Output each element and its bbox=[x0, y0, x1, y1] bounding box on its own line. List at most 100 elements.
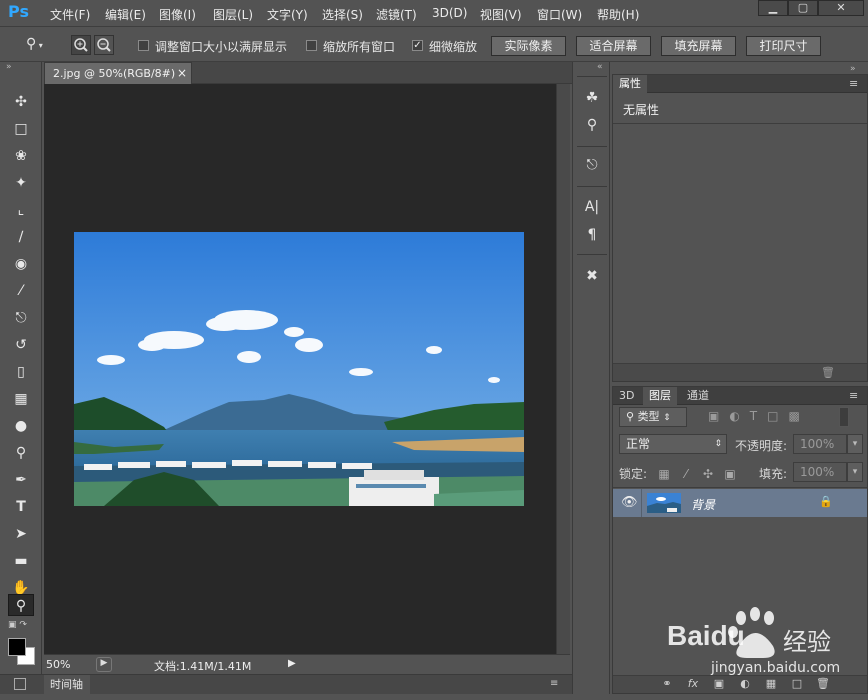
canvas-area[interactable] bbox=[44, 84, 556, 654]
dodge-icon[interactable]: ⚲ bbox=[8, 442, 34, 464]
status-menu-arrow-icon[interactable]: ▶ bbox=[288, 658, 296, 669]
lock-pixels-icon[interactable]: ⁄ bbox=[679, 467, 693, 481]
zoom-in-icon[interactable] bbox=[71, 35, 91, 55]
tools-settings-icon[interactable]: ✖ bbox=[579, 265, 605, 287]
visibility-eye-icon[interactable]: 👁 bbox=[621, 495, 638, 510]
menu-file[interactable]: 文件(F) bbox=[50, 6, 90, 23]
blend-mode-select[interactable]: 正常 ⇕ bbox=[619, 434, 727, 454]
close-tab-icon[interactable]: × bbox=[177, 66, 187, 80]
zoom-all-checkbox[interactable] bbox=[306, 40, 317, 51]
layer-name[interactable]: 背景 bbox=[691, 496, 715, 513]
scrubby-zoom-checkbox[interactable]: ✓ bbox=[412, 40, 423, 51]
tab-3d[interactable]: 3D bbox=[613, 387, 640, 405]
lock-position-icon[interactable]: ✣ bbox=[701, 467, 715, 481]
document-size: 文档:1.41M/1.41M bbox=[154, 660, 252, 673]
opacity-field[interactable]: 100% bbox=[793, 434, 847, 454]
layer-filter-select[interactable]: ⚲ 类型 ⇕ bbox=[619, 407, 687, 427]
paragraph-icon[interactable]: ¶ bbox=[579, 224, 605, 246]
brush-icon[interactable]: ⁄ bbox=[8, 280, 34, 302]
layer-row-background[interactable]: 👁 背景 🔒 bbox=[613, 489, 867, 517]
fx-icon[interactable]: fx bbox=[685, 677, 701, 691]
actual-pixels-button[interactable]: 实际像素 bbox=[491, 36, 566, 56]
zoom-icon[interactable]: ⚲ bbox=[8, 594, 34, 616]
stamp-icon[interactable]: ⎋ bbox=[8, 307, 34, 329]
healing-icon[interactable]: ◉ bbox=[8, 253, 34, 275]
timeline-tab[interactable]: 时间轴 bbox=[44, 675, 90, 694]
status-info-icon[interactable]: ▶ bbox=[96, 657, 112, 672]
history-brush-icon[interactable]: ↺ bbox=[8, 334, 34, 356]
new-group-icon[interactable]: ▦ bbox=[763, 677, 779, 691]
gradient-icon[interactable]: ▦ bbox=[8, 388, 34, 410]
zoom-tool-preset-icon[interactable]: ⚲ ▾ bbox=[26, 36, 56, 54]
timeline-menu-icon[interactable]: ≡ bbox=[550, 678, 558, 689]
menu-edit[interactable]: 编辑(E) bbox=[105, 6, 146, 23]
timeline-panel: 时间轴 ≡ bbox=[0, 674, 572, 694]
document-image[interactable] bbox=[74, 232, 524, 506]
eraser-icon[interactable]: ▯ bbox=[8, 361, 34, 383]
path-select-icon[interactable]: ➤ bbox=[8, 523, 34, 545]
minimize-button[interactable]: ▁ bbox=[758, 0, 788, 16]
right-dock-collapse-icon[interactable]: » bbox=[850, 64, 856, 74]
properties-menu-icon[interactable]: ≡ bbox=[849, 77, 858, 90]
type-icon[interactable]: T bbox=[8, 496, 34, 518]
filter-toggle[interactable] bbox=[839, 407, 849, 427]
lock-transparency-icon[interactable]: ▦ bbox=[657, 467, 671, 481]
dock-collapse-icon[interactable]: « bbox=[597, 62, 603, 72]
marquee-icon[interactable]: □ bbox=[8, 118, 34, 140]
tab-channels[interactable]: 通道 bbox=[681, 387, 715, 405]
menu-layer[interactable]: 图层(L) bbox=[213, 6, 253, 23]
tool-presets-icon[interactable]: ☘ bbox=[579, 87, 605, 109]
lasso-icon[interactable]: ❀ bbox=[8, 145, 34, 167]
shape-icon[interactable]: ▬ bbox=[8, 550, 34, 572]
pen-icon[interactable]: ✒ bbox=[8, 469, 34, 491]
tab-properties[interactable]: 属性 bbox=[613, 75, 647, 93]
foreground-color-swatch[interactable] bbox=[8, 638, 26, 656]
link-layers-icon[interactable]: ⚭ bbox=[659, 677, 675, 691]
close-button[interactable]: ✕ bbox=[818, 0, 864, 16]
status-bar: 50% ▶ 文档:1.41M/1.41M ▶ bbox=[44, 654, 570, 674]
document-tab[interactable]: 2.jpg @ 50%(RGB/8#) × bbox=[44, 62, 192, 84]
blur-icon[interactable]: ● bbox=[8, 415, 34, 437]
menu-view[interactable]: 视图(V) bbox=[480, 6, 522, 23]
layers-footer: ⚭ fx ▣ ◐ ▦ □ 🗑 bbox=[613, 675, 867, 693]
layers-menu-icon[interactable]: ≡ bbox=[849, 389, 858, 402]
default-colors-icon[interactable]: ▣ ↷ bbox=[8, 620, 27, 630]
add-mask-icon[interactable]: ▣ bbox=[711, 677, 727, 691]
fill-screen-button[interactable]: 填充屏幕 bbox=[661, 36, 736, 56]
vertical-scrollbar[interactable] bbox=[556, 84, 570, 654]
fit-screen-button[interactable]: 适合屏幕 bbox=[576, 36, 651, 56]
menu-type[interactable]: 文字(Y) bbox=[267, 6, 308, 23]
menu-filter[interactable]: 滤镜(T) bbox=[376, 6, 417, 23]
print-size-button[interactable]: 打印尺寸 bbox=[746, 36, 821, 56]
delete-layer-icon[interactable]: 🗑 bbox=[815, 677, 831, 691]
opacity-dropdown-icon[interactable]: ▾ bbox=[847, 434, 863, 454]
menu-3d[interactable]: 3D(D) bbox=[432, 6, 467, 20]
move-icon[interactable]: ✣ bbox=[8, 91, 34, 113]
zoom-level[interactable]: 50% bbox=[46, 658, 88, 672]
menu-image[interactable]: 图像(I) bbox=[159, 6, 196, 23]
clone-source-icon[interactable]: ⎋ bbox=[579, 154, 605, 176]
properties-delete-icon[interactable]: 🗑 bbox=[821, 366, 835, 379]
fill-field[interactable]: 100% bbox=[793, 462, 847, 482]
crop-icon[interactable]: ⌞ bbox=[8, 199, 34, 221]
timeline-icon[interactable] bbox=[14, 678, 26, 690]
magic-wand-icon[interactable]: ✦ bbox=[8, 172, 34, 194]
tab-layers[interactable]: 图层 bbox=[643, 387, 677, 405]
new-layer-icon[interactable]: □ bbox=[789, 677, 805, 691]
menu-select[interactable]: 选择(S) bbox=[322, 6, 363, 23]
zoom-out-icon[interactable] bbox=[94, 35, 114, 55]
adjustment-layer-icon[interactable]: ◐ bbox=[737, 677, 753, 691]
eyedropper-icon[interactable]: ∕ bbox=[8, 226, 34, 248]
layer-filter-icons[interactable]: ▣◐T□▩ bbox=[708, 409, 810, 423]
scrubby-zoom-label: 细微缩放 bbox=[429, 40, 478, 54]
character-icon[interactable]: A| bbox=[579, 196, 605, 218]
fit-window-checkbox[interactable] bbox=[138, 40, 149, 51]
brush-presets-icon[interactable]: ⚲ bbox=[579, 114, 605, 136]
menu-help[interactable]: 帮助(H) bbox=[597, 6, 639, 23]
zoom-all-label: 缩放所有窗口 bbox=[323, 40, 396, 54]
fill-dropdown-icon[interactable]: ▾ bbox=[847, 462, 863, 482]
panel-collapse-icon[interactable]: » bbox=[6, 62, 12, 72]
restore-button[interactable]: ▢ bbox=[788, 0, 818, 16]
lock-all-icon[interactable]: ▣ bbox=[723, 467, 737, 481]
menu-window[interactable]: 窗口(W) bbox=[537, 6, 582, 23]
